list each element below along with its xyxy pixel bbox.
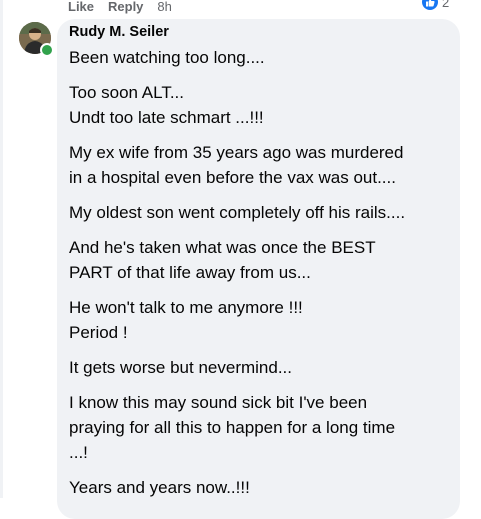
comment-paragraph: Been watching too long.... — [69, 45, 454, 70]
comment-line: My ex wife from 35 years ago was murdere… — [69, 143, 404, 162]
comment-line: ...! — [69, 443, 88, 462]
thread-divider — [0, 0, 3, 498]
comment-actions: Like Reply 8h — [68, 0, 172, 15]
comment-paragraph: My ex wife from 35 years ago was murdere… — [69, 140, 454, 190]
comment-author[interactable]: Rudy M. Seiler — [69, 24, 169, 40]
like-link[interactable]: Like — [68, 0, 94, 14]
comment-line: Years and years now..!!! — [69, 478, 250, 497]
comment-line: PART of that life away from us... — [69, 263, 311, 282]
comment-line: in a hospital even before the vax was ou… — [69, 168, 396, 187]
comment-line: Too soon ALT... — [69, 83, 184, 102]
reaction-summary[interactable]: 2 — [422, 0, 449, 10]
comment-line: Period ! — [69, 323, 128, 342]
comment-paragraph: I know this may sound sick bit I've been… — [69, 390, 454, 465]
comment-line: Undt too late schmart ...!!! — [69, 108, 264, 127]
reply-link[interactable]: Reply — [108, 0, 143, 14]
comment-line: Been watching too long.... — [69, 48, 265, 67]
comment-line: I know this may sound sick bit I've been — [69, 393, 368, 412]
comment-timestamp[interactable]: 8h — [157, 0, 171, 14]
comment-paragraph: Too soon ALT... Undt too late schmart ..… — [69, 80, 454, 130]
comment-line: My oldest son went completely off his ra… — [69, 203, 406, 222]
comment-paragraph: It gets worse but nevermind... — [69, 355, 454, 380]
comment-paragraph: And he's taken what was once the BEST PA… — [69, 235, 454, 285]
comment-line: He won't talk to me anymore !!! — [69, 298, 303, 317]
online-status-dot — [40, 43, 54, 57]
comment-paragraph: He won't talk to me anymore !!! Period ! — [69, 295, 454, 345]
comment-line: And he's taken what was once the BEST — [69, 238, 376, 257]
comment-line: It gets worse but nevermind... — [69, 358, 292, 377]
like-thumb-icon — [422, 0, 438, 10]
reaction-count: 2 — [442, 0, 450, 10]
comment-paragraph: My oldest son went completely off his ra… — [69, 200, 454, 225]
comment-paragraph: Years and years now..!!! — [69, 475, 454, 500]
comment-body: Been watching too long.... Too soon ALT.… — [69, 45, 454, 510]
comment-line: praying for all this to happen for a lon… — [69, 418, 396, 437]
